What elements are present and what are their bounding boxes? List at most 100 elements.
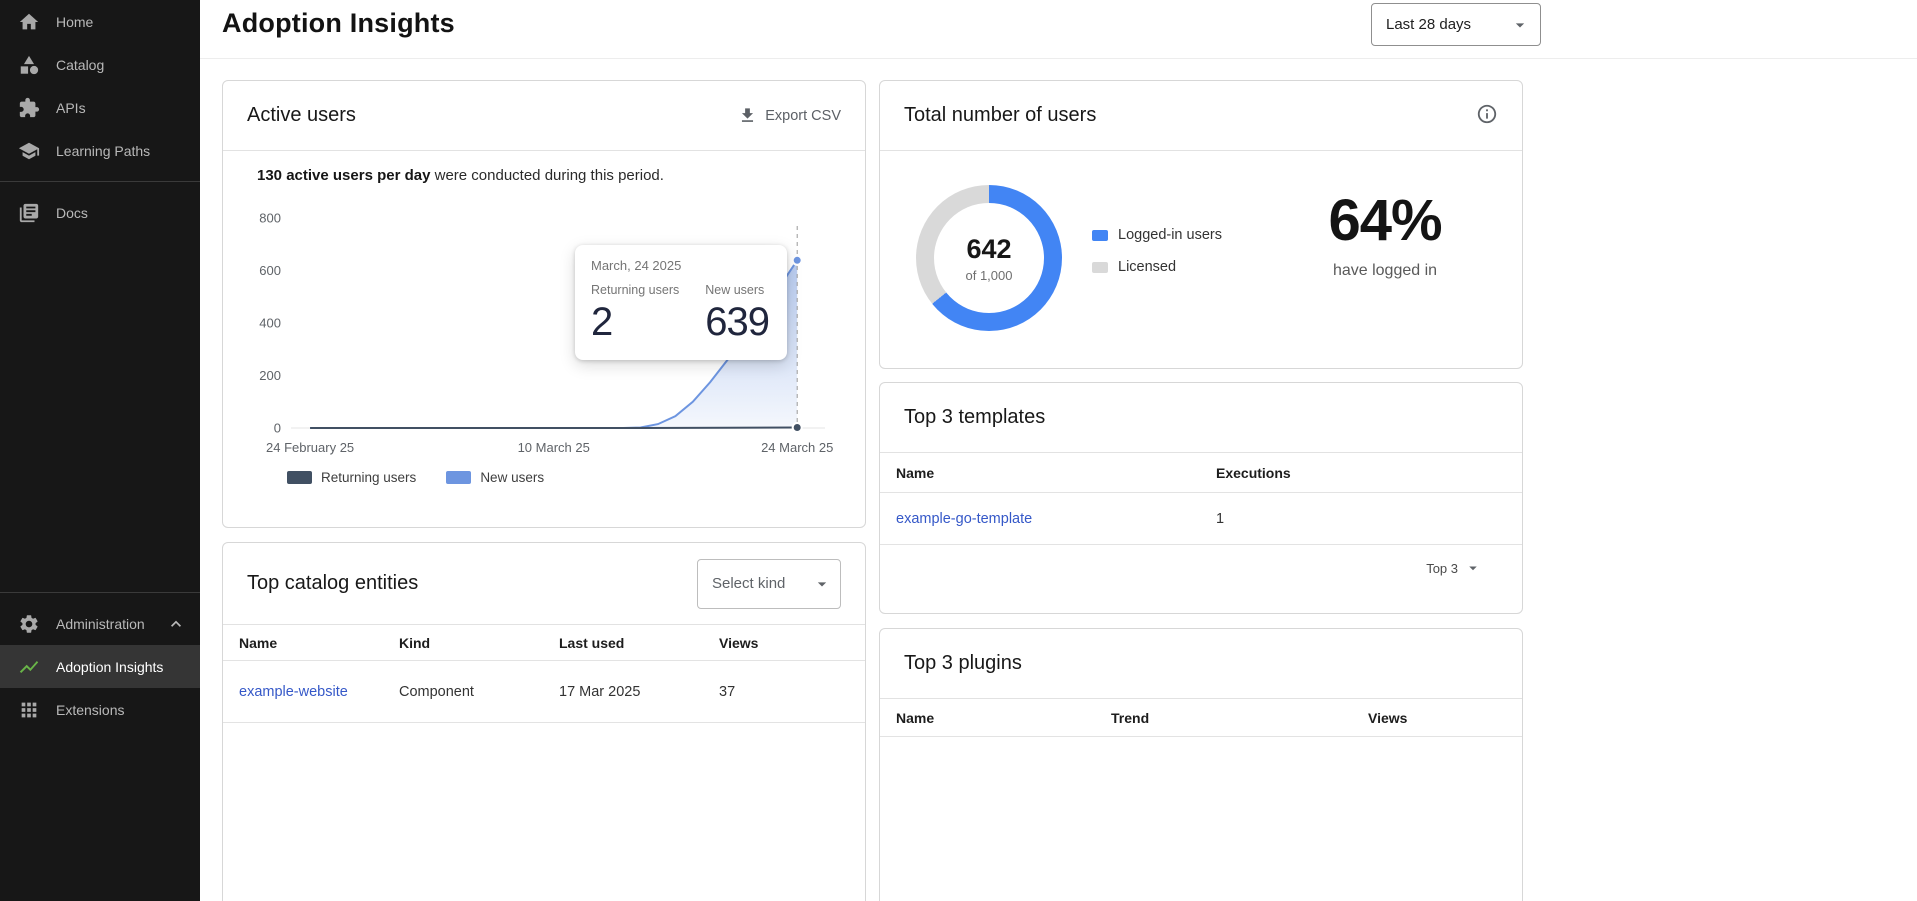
sidebar-item-learning-paths[interactable]: Learning Paths bbox=[0, 129, 200, 172]
table-row: example-go-template 1 bbox=[880, 493, 1522, 545]
gear-icon bbox=[18, 613, 40, 635]
export-csv-label: Export CSV bbox=[765, 108, 841, 124]
table-header-row: Name Kind Last used Views bbox=[223, 625, 865, 661]
top-catalog-entities-card: Top catalog entities Select kind Name Ki… bbox=[222, 542, 866, 901]
svg-text:10 March 25: 10 March 25 bbox=[518, 440, 590, 455]
rows-filter-label: Top 3 bbox=[1426, 561, 1458, 576]
active-users-card-header: Active users Export CSV bbox=[223, 81, 865, 151]
chevron-down-icon bbox=[1464, 559, 1482, 577]
insights-chart-icon bbox=[18, 656, 40, 678]
column-header-name: Name bbox=[896, 710, 1111, 726]
table-row: example-website Component 17 Mar 2025 37 bbox=[223, 661, 865, 723]
chevron-down-icon bbox=[1510, 15, 1530, 35]
chart-tooltip: March, 24 2025 Returning users 2 New use… bbox=[575, 245, 787, 360]
column-header-executions: Executions bbox=[1216, 465, 1416, 481]
column-header-views: Views bbox=[719, 635, 839, 651]
sidebar-item-home[interactable]: Home bbox=[0, 0, 200, 43]
date-range-select[interactable]: Last 28 days bbox=[1371, 3, 1541, 46]
tooltip-col-returning: Returning users 2 bbox=[591, 283, 679, 345]
tooltip-col-new: New users 639 bbox=[705, 283, 769, 345]
chart-legend: Returning users New users bbox=[287, 470, 865, 485]
svg-text:800: 800 bbox=[259, 211, 281, 226]
svg-text:400: 400 bbox=[259, 316, 281, 331]
legend-swatch bbox=[446, 471, 471, 484]
entity-link[interactable]: example-website bbox=[239, 684, 348, 700]
donut-value: 642 bbox=[966, 234, 1011, 265]
sidebar-admin-group: Administration Adoption Insights Extensi… bbox=[0, 583, 200, 731]
sidebar-item-adoption-insights[interactable]: Adoption Insights bbox=[0, 645, 200, 688]
select-kind-dropdown[interactable]: Select kind bbox=[697, 559, 841, 609]
info-button[interactable] bbox=[1476, 103, 1498, 128]
chevron-down-icon bbox=[812, 574, 832, 594]
tooltip-label: Returning users bbox=[591, 283, 679, 297]
learning-paths-icon bbox=[18, 140, 40, 162]
sidebar-item-extensions[interactable]: Extensions bbox=[0, 688, 200, 731]
card-title: Top 3 plugins bbox=[904, 652, 1022, 675]
kind-value: Component bbox=[399, 684, 559, 700]
rows-filter-select[interactable]: Top 3 bbox=[880, 545, 1522, 577]
active-users-summary: 130 active users per day were conducted … bbox=[257, 167, 841, 184]
template-link[interactable]: example-go-template bbox=[896, 511, 1032, 527]
column-header-views: Views bbox=[1368, 710, 1488, 726]
svg-text:0: 0 bbox=[274, 421, 281, 436]
sidebar: Home Catalog APIs Learning Paths Docs Ad… bbox=[0, 0, 200, 901]
legend-swatch bbox=[1092, 262, 1108, 273]
legend-item-returning-users: Returning users bbox=[287, 470, 416, 485]
table-header-row: Name Trend Views bbox=[880, 699, 1522, 737]
card-title: Top catalog entities bbox=[247, 572, 418, 595]
top-templates-card: Top 3 templates Name Executions example-… bbox=[879, 382, 1523, 614]
card-title: Top 3 templates bbox=[904, 406, 1045, 429]
export-csv-button[interactable]: Export CSV bbox=[738, 106, 841, 125]
column-header-kind: Kind bbox=[399, 635, 559, 651]
summary-strong: 130 active users per day bbox=[257, 167, 430, 184]
tooltip-value: 2 bbox=[591, 300, 679, 345]
table-header-row: Name Executions bbox=[880, 453, 1522, 493]
tooltip-columns: Returning users 2 New users 639 bbox=[591, 283, 771, 345]
last-used-value: 17 Mar 2025 bbox=[559, 684, 719, 700]
sidebar-item-catalog[interactable]: Catalog bbox=[0, 43, 200, 86]
sidebar-item-docs[interactable]: Docs bbox=[0, 191, 200, 234]
column-header-trend: Trend bbox=[1111, 710, 1368, 726]
apis-icon bbox=[18, 97, 40, 119]
extensions-icon bbox=[18, 699, 40, 721]
legend-item-logged-in: Logged-in users bbox=[1092, 227, 1222, 243]
sidebar-item-apis[interactable]: APIs bbox=[0, 86, 200, 129]
date-range-value: Last 28 days bbox=[1386, 16, 1471, 33]
total-users-card: Total number of users 642 of 1,000 Logge… bbox=[879, 80, 1523, 369]
download-icon bbox=[738, 106, 757, 125]
legend-item-licensed: Licensed bbox=[1092, 259, 1222, 275]
donut-center: 642 of 1,000 bbox=[934, 203, 1044, 313]
sidebar-spacer bbox=[0, 234, 200, 583]
stat-value: 64% bbox=[1285, 187, 1485, 254]
tooltip-value: 639 bbox=[705, 300, 769, 345]
table-row-partial bbox=[223, 723, 865, 803]
svg-text:24 March 25: 24 March 25 bbox=[761, 440, 833, 455]
sidebar-item-label: Catalog bbox=[56, 57, 104, 73]
views-value: 37 bbox=[719, 684, 839, 700]
sidebar-item-label: Docs bbox=[56, 205, 88, 221]
sidebar-item-label: Administration bbox=[56, 616, 145, 632]
sidebar-item-administration[interactable]: Administration bbox=[0, 602, 200, 645]
sidebar-item-label: Adoption Insights bbox=[56, 659, 163, 675]
executions-value: 1 bbox=[1216, 511, 1416, 527]
sidebar-main-group: Home Catalog APIs Learning Paths Docs bbox=[0, 0, 200, 234]
tooltip-label: New users bbox=[705, 283, 769, 297]
svg-text:200: 200 bbox=[259, 368, 281, 383]
svg-text:24 February 25: 24 February 25 bbox=[266, 440, 354, 455]
card-title: Active users bbox=[247, 104, 356, 127]
legend-item-new-users: New users bbox=[446, 470, 544, 485]
top-plugins-card-header: Top 3 plugins bbox=[880, 629, 1522, 699]
page-title: Adoption Insights bbox=[222, 8, 455, 39]
card-title: Total number of users bbox=[904, 104, 1096, 127]
docs-icon bbox=[18, 202, 40, 224]
home-icon bbox=[18, 11, 40, 33]
sidebar-item-label: APIs bbox=[56, 100, 86, 116]
stat-caption: have logged in bbox=[1285, 262, 1485, 280]
summary-rest: were conducted during this period. bbox=[430, 167, 663, 184]
chevron-up-icon bbox=[166, 614, 186, 634]
legend-swatch bbox=[287, 471, 312, 484]
donut-subtext: of 1,000 bbox=[966, 268, 1013, 283]
legend-label: Licensed bbox=[1118, 259, 1176, 275]
svg-text:600: 600 bbox=[259, 263, 281, 278]
total-users-card-header: Total number of users bbox=[880, 81, 1522, 151]
